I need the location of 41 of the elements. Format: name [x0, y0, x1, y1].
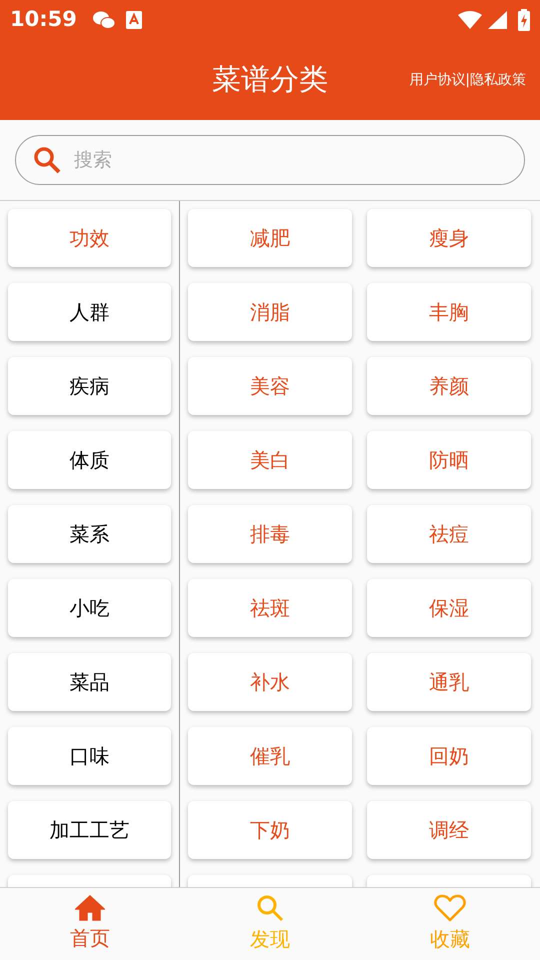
- subcategory-item[interactable]: 减肥: [188, 209, 352, 267]
- page-title: 菜谱分类: [212, 61, 328, 98]
- subcategory-item[interactable]: 回奶: [367, 727, 531, 785]
- subcategory-item[interactable]: 丰胸: [367, 283, 531, 341]
- category-item[interactable]: 人群: [8, 283, 171, 341]
- app-icon: [126, 11, 142, 29]
- category-item[interactable]: 口味: [8, 727, 171, 785]
- subcategory-item[interactable]: 防晒: [367, 431, 531, 489]
- subcategory-item[interactable]: 保湿: [367, 579, 531, 637]
- subcategory-item[interactable]: 催乳: [188, 727, 352, 785]
- battery-icon: [518, 9, 530, 31]
- search-icon: [33, 146, 61, 174]
- home-icon: [75, 895, 105, 921]
- signal-icon: [488, 10, 508, 30]
- subcategory-item[interactable]: 排毒: [188, 505, 352, 563]
- category-item[interactable]: 加工工艺: [8, 801, 171, 859]
- subcategory-item[interactable]: 祛痘: [367, 505, 531, 563]
- category-item[interactable]: 菜系: [8, 505, 171, 563]
- subcategory-item[interactable]: 美白: [188, 431, 352, 489]
- heart-icon: [434, 894, 466, 922]
- subcategory-item[interactable]: 美容: [188, 357, 352, 415]
- search-icon: [256, 894, 284, 922]
- category-item[interactable]: 体质: [8, 431, 171, 489]
- subcategory-item[interactable]: 祛斑: [188, 579, 352, 637]
- subcategory-item[interactable]: 消脂: [188, 283, 352, 341]
- policy-link[interactable]: 用户协议|隐私政策: [409, 70, 526, 90]
- status-time: 10:59: [10, 6, 77, 34]
- category-item[interactable]: 疾病: [8, 357, 171, 415]
- subcategory-item[interactable]: 下奶: [188, 801, 352, 859]
- search-field[interactable]: 搜索: [15, 135, 525, 185]
- subcategory-item[interactable]: 调经: [367, 801, 531, 859]
- nav-tab[interactable]: 首页: [0, 888, 180, 960]
- subcategory-item[interactable]: 通乳: [367, 653, 531, 711]
- category-item[interactable]: 小吃: [8, 579, 171, 637]
- category-item[interactable]: 功效: [8, 209, 171, 267]
- wifi-icon: [458, 10, 482, 30]
- subcategory-item[interactable]: 瘦身: [367, 209, 531, 267]
- chat-icon: [92, 10, 116, 30]
- category-item[interactable]: 菜品: [8, 653, 171, 711]
- subcategory-item[interactable]: 养颜: [367, 357, 531, 415]
- subcategory-item[interactable]: 补水: [188, 653, 352, 711]
